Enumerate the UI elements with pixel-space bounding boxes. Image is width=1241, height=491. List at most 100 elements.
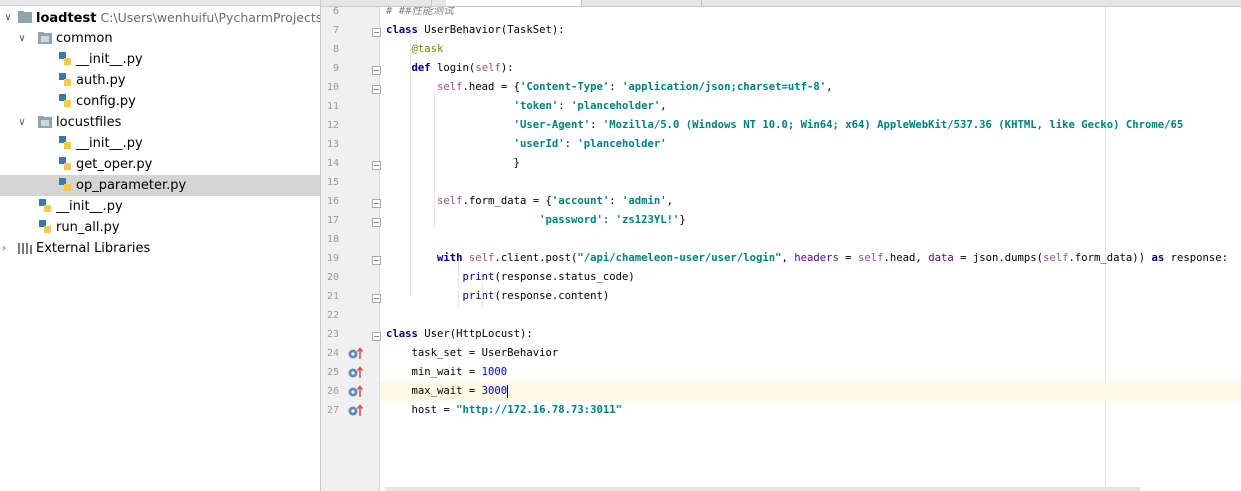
code-token: .head = {	[462, 81, 520, 93]
code-token: # ##性能测试	[386, 7, 454, 17]
code-line[interactable]: self.form_data = {'account': 'admin',	[386, 192, 673, 211]
line-number: 21	[326, 291, 339, 302]
expand-arrow-icon[interactable]: ∨	[16, 28, 28, 49]
code-token: .form_data))	[1068, 252, 1152, 264]
expand-arrow-icon[interactable]: ∨	[16, 112, 28, 133]
expand-arrow-icon[interactable]: ∨	[2, 7, 14, 28]
horizontal-scrollbar[interactable]	[385, 487, 1140, 491]
code-token: :	[564, 138, 578, 150]
overrides-icon[interactable]	[348, 385, 364, 399]
code-line[interactable]: host = "http://172.16.78.73:3011"	[386, 401, 623, 420]
tree-node-external-libraries[interactable]: › External Libraries	[0, 238, 320, 259]
code-token: 'planceholder'	[570, 100, 661, 112]
code-line[interactable]: # ##性能测试	[386, 7, 454, 21]
editor-tab-active[interactable]	[446, 0, 582, 6]
code-token: = json.dumps(	[953, 252, 1044, 264]
code-line[interactable]: class UserBehavior(TaskSet):	[386, 21, 565, 40]
code-token: as	[1151, 252, 1171, 264]
code-token: 3000	[481, 385, 508, 397]
code-line[interactable]: class User(HttpLocust):	[386, 325, 533, 344]
python-file-icon	[58, 157, 74, 171]
line-number: 17	[326, 215, 339, 226]
code-token: ,	[666, 195, 674, 207]
code-token: 'admin'	[622, 195, 667, 207]
code-line[interactable]: @task	[386, 40, 444, 59]
code-line[interactable]: 'userId': 'planceholder'	[386, 135, 667, 154]
code-token: @task	[411, 43, 444, 55]
code-token: :	[609, 81, 623, 93]
code-token: print	[462, 271, 495, 283]
indent-guide	[410, 34, 411, 297]
code-token: self	[468, 252, 495, 264]
python-file-icon	[38, 199, 54, 213]
code-line[interactable]: print(response.content)	[386, 287, 610, 306]
tree-node-root[interactable]: ∨ loadtest C:\Users\wenhuifu\PycharmProje…	[0, 7, 320, 28]
tree-file[interactable]: __init__.py	[0, 196, 320, 217]
code-token: 'userId'	[513, 138, 565, 150]
editor-gutter: 6 7 8 9 10 11 12 13 14 15 16 17 18 19 20 21 22 23 24 25 26 27	[321, 7, 381, 491]
code-line[interactable]: }	[386, 154, 520, 173]
python-file-icon	[58, 94, 74, 108]
code-token: :	[609, 195, 623, 207]
code-line[interactable]: def login(self):	[386, 59, 514, 78]
tree-label: common	[56, 31, 113, 46]
code-editor[interactable]: 6 7 8 9 10 11 12 13 14 15 16 17 18 19 20 21 22 23 24 25 26 27…	[321, 7, 1241, 491]
code-token: :	[558, 100, 571, 112]
code-line[interactable]: self.head = {'Content-Type': 'applicatio…	[386, 78, 832, 97]
code-token: class	[386, 328, 425, 340]
line-number: 13	[326, 139, 339, 150]
overrides-icon[interactable]	[348, 404, 364, 418]
code-token: }	[386, 157, 520, 169]
tree-label: External Libraries	[36, 241, 151, 256]
tree-file[interactable]: auth.py	[0, 70, 320, 91]
collapse-arrow-icon[interactable]: ›	[0, 238, 10, 259]
code-token: "http://172.16.78.73:3011"	[456, 404, 622, 416]
code-line[interactable]: 'token': 'planceholder',	[386, 97, 667, 116]
code-line[interactable]: 'password': 'zs123YL!'}	[386, 211, 686, 230]
code-token: 'Content-Type'	[519, 81, 610, 93]
code-token: self	[475, 62, 501, 74]
overrides-icon[interactable]	[348, 347, 364, 361]
tree-file[interactable]: config.py	[0, 91, 320, 112]
line-number: 22	[326, 310, 339, 321]
overrides-icon[interactable]	[348, 366, 364, 380]
tree-node-common[interactable]: ∨ common	[0, 28, 320, 49]
editor-tab[interactable]	[591, 0, 702, 6]
code-line[interactable]: min_wait = 1000	[386, 363, 508, 382]
code-line[interactable]: 'User-Agent': 'Mozilla/5.0 (Windows NT 1…	[386, 116, 1184, 135]
line-number: 20	[326, 272, 339, 283]
tree-file[interactable]: __init__.py	[0, 49, 320, 70]
code-token: .head,	[883, 252, 929, 264]
code-token: UserBehavior(TaskSet):	[424, 24, 565, 36]
code-line[interactable]: max_wait = 3000	[386, 382, 509, 401]
line-number: 27	[326, 405, 339, 416]
editor-tab[interactable]	[341, 0, 432, 6]
code-token: 'User-Agent'	[513, 119, 591, 131]
code-token: .form_data = {	[462, 195, 552, 207]
code-token: 'password'	[539, 214, 603, 226]
line-number: 7	[332, 25, 339, 36]
code-token: host =	[386, 404, 457, 416]
tree-file[interactable]: run_all.py	[0, 217, 320, 238]
tree-label: __init__.py	[76, 52, 143, 67]
tree-file[interactable]: get_oper.py	[0, 154, 320, 175]
code-line[interactable]: task_set = UserBehavior	[386, 344, 559, 363]
tree-file-selected[interactable]: op_parameter.py	[0, 175, 320, 196]
tree-label: config.py	[76, 94, 136, 109]
text-caret	[507, 384, 509, 398]
tree-file[interactable]: __init__.py	[0, 133, 320, 154]
line-number: 6	[332, 7, 339, 17]
editor-tab-strip	[321, 0, 1241, 7]
code-token: User(HttpLocust):	[424, 328, 533, 340]
code-area[interactable]: # ##性能测试 class UserBehavior(TaskSet): @ta…	[380, 7, 1241, 491]
line-number: 25	[326, 367, 339, 378]
tree-node-locustfiles[interactable]: ∨ locustfiles	[0, 112, 320, 133]
code-line[interactable]: print(response.status_code)	[386, 268, 635, 287]
code-line[interactable]: with self.client.post("/api/chameleon-us…	[386, 249, 1228, 268]
